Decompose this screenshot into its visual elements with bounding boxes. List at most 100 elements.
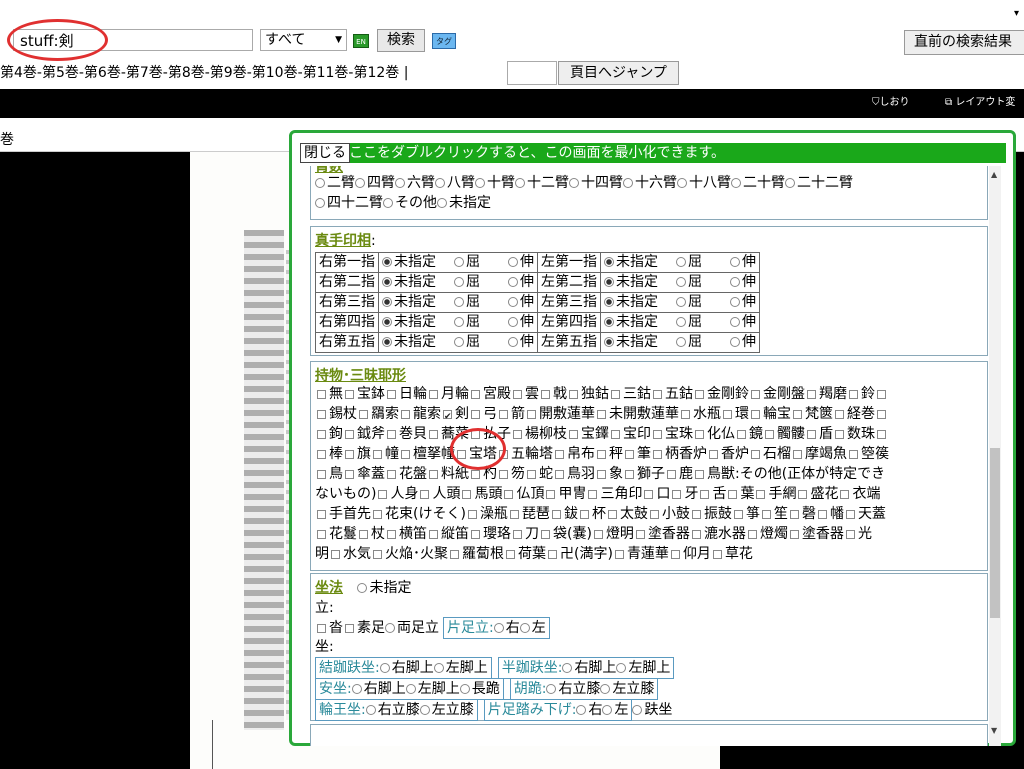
radio-button[interactable] (730, 317, 740, 327)
radio-button[interactable] (437, 198, 447, 208)
checkbox[interactable] (672, 490, 682, 499)
radio-option[interactable]: 伸 (730, 294, 756, 310)
radio-option[interactable]: 右立膝 (546, 681, 600, 697)
checkbox-option[interactable]: 石榴 (749, 446, 791, 462)
radio-button[interactable] (569, 178, 579, 188)
checkbox-option[interactable]: 宝珠 (651, 426, 693, 442)
checkbox[interactable] (709, 450, 718, 459)
checkbox[interactable] (317, 410, 326, 419)
radio-button[interactable] (433, 663, 444, 673)
radio-button[interactable] (379, 663, 390, 673)
checkbox-option[interactable]: 盾 (805, 426, 833, 442)
checkbox[interactable] (541, 530, 550, 539)
checkbox-option[interactable]: 檀拏幢 (399, 446, 455, 462)
radio-option[interactable]: 未指定 (437, 195, 491, 211)
checkbox[interactable] (751, 410, 760, 419)
previous-results-button[interactable]: 直前の検索結果 (904, 30, 1024, 55)
checkbox-option[interactable]: 衣端 (838, 486, 880, 502)
radio-button[interactable] (604, 257, 614, 267)
radio-button[interactable] (454, 297, 464, 307)
radio-button[interactable] (602, 705, 613, 715)
radio-option[interactable]: 未指定 (604, 274, 658, 290)
checkbox-option[interactable]: 金剛鈴 (693, 386, 749, 402)
scope-select[interactable]: すべて ▼ (260, 29, 347, 51)
radio-option[interactable]: 伸 (508, 254, 534, 270)
checkbox[interactable] (653, 390, 662, 399)
radio-button[interactable] (632, 705, 643, 715)
checkbox[interactable] (728, 490, 738, 499)
checkbox-option[interactable]: 錫杖 (315, 406, 357, 422)
checkbox-option[interactable]: 鳥羽 (553, 466, 595, 482)
checkbox-option[interactable]: 火焔･火聚 (371, 546, 448, 562)
checkbox-option[interactable]: 水気 (329, 546, 371, 562)
checkbox[interactable] (499, 410, 508, 419)
checkbox-option[interactable]: 雲 (511, 386, 539, 402)
checkbox[interactable] (723, 410, 732, 419)
radio-option[interactable]: 未指定 (382, 294, 436, 310)
radio-option[interactable]: 未指定 (604, 294, 658, 310)
checkbox-option[interactable]: 鹿 (665, 466, 693, 482)
checkbox[interactable] (793, 450, 802, 459)
checkbox[interactable] (513, 390, 522, 399)
posture-unspecified-option[interactable]: 未指定 (357, 580, 411, 596)
checkbox[interactable] (756, 490, 766, 499)
checkbox[interactable] (548, 550, 557, 559)
radio-option[interactable]: 左立膝 (600, 681, 654, 697)
radio-option[interactable]: 左 (602, 702, 628, 718)
checkbox[interactable] (513, 530, 522, 539)
radio-option[interactable]: 伸 (730, 274, 756, 290)
checkbox[interactable] (541, 390, 550, 399)
checkbox[interactable] (345, 430, 354, 439)
radio-option[interactable]: 屈 (454, 334, 480, 350)
radio-button[interactable] (546, 684, 557, 694)
checkbox-option[interactable]: 経巻 (833, 406, 875, 422)
checkbox[interactable] (733, 510, 743, 519)
checkbox[interactable] (695, 430, 704, 439)
checkbox-option[interactable]: 磬 (788, 506, 816, 522)
radio-button[interactable] (676, 337, 686, 347)
radio-button[interactable] (357, 583, 368, 593)
checkbox-option[interactable]: 鳥 (315, 466, 343, 482)
checkbox[interactable] (593, 530, 603, 539)
checkbox[interactable] (429, 430, 438, 439)
checkbox-option[interactable]: 甲冑 (544, 486, 586, 502)
checkbox-option[interactable]: 柄香炉 (651, 446, 707, 462)
checkbox[interactable] (317, 470, 326, 479)
checkbox[interactable] (607, 510, 617, 519)
checkbox-option[interactable]: 澡瓶 (466, 506, 508, 522)
checkbox[interactable] (429, 390, 438, 399)
checkbox-option[interactable]: 金剛盤 (749, 386, 805, 402)
checkbox[interactable] (467, 510, 477, 519)
checkbox[interactable] (597, 470, 606, 479)
checkbox[interactable] (546, 490, 556, 499)
checkbox-option[interactable]: 蛇 (525, 466, 553, 482)
attributes-title[interactable]: 持物･三昧耶形 (315, 368, 406, 384)
radio-option[interactable]: 二十二臂 (785, 175, 853, 191)
checkbox[interactable] (681, 410, 690, 419)
checkbox[interactable] (420, 490, 430, 499)
en-button[interactable]: EN (353, 34, 369, 48)
radio-option[interactable]: 屈 (676, 254, 702, 270)
top-menu-arrow[interactable]: ▾ (1014, 8, 1019, 19)
checkbox[interactable] (751, 390, 760, 399)
checkbox[interactable] (614, 550, 624, 559)
radio-button[interactable] (351, 684, 362, 694)
radio-option[interactable]: 右脚上 (562, 660, 616, 676)
checkbox[interactable] (761, 510, 771, 519)
checkbox-option[interactable]: 横笛 (385, 526, 427, 542)
checkbox-option[interactable]: 棒 (315, 446, 343, 462)
checkbox[interactable] (527, 470, 536, 479)
checkbox[interactable] (765, 430, 774, 439)
radio-option[interactable]: 屈 (454, 274, 480, 290)
radio-button[interactable] (508, 257, 518, 267)
checkbox-option[interactable]: 弓 (469, 406, 497, 422)
checkbox[interactable] (670, 550, 680, 559)
checkbox-option[interactable]: 料紙 (427, 466, 469, 482)
checkbox-option[interactable]: 燈明 (592, 526, 634, 542)
radio-option[interactable]: 左脚上 (616, 660, 670, 676)
checkbox-option[interactable]: 鈴 (847, 386, 875, 402)
checkbox[interactable] (378, 490, 388, 499)
search-button[interactable]: 検索 (377, 29, 425, 52)
radio-button[interactable] (383, 198, 393, 208)
radio-option[interactable]: 六臂 (395, 175, 435, 191)
